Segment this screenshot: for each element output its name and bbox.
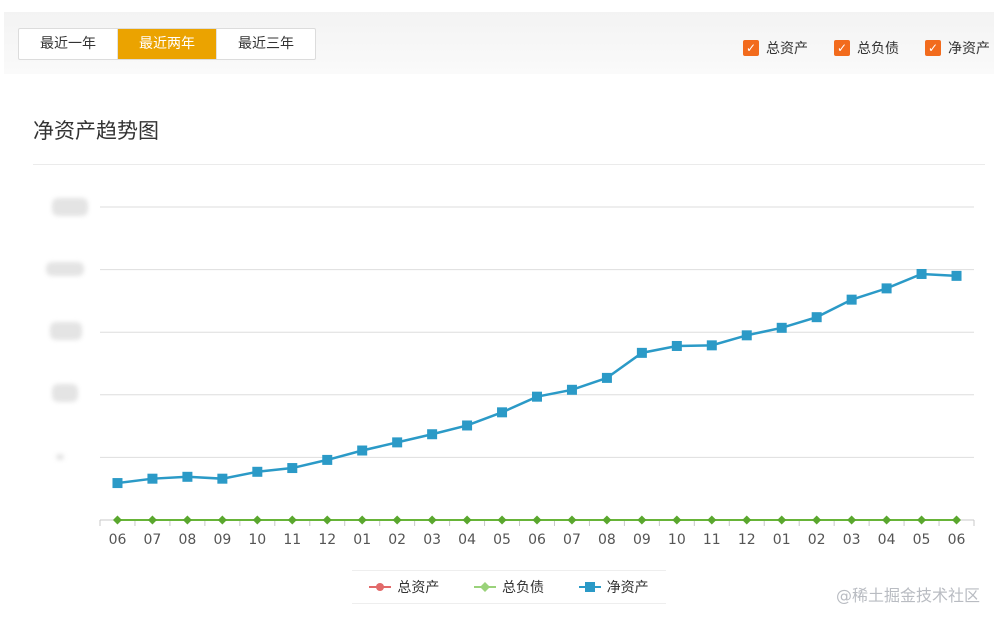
data-point — [672, 515, 682, 525]
x-tick-label: 10 — [248, 532, 266, 548]
data-point — [252, 515, 262, 525]
x-tick-label: 06 — [528, 532, 546, 548]
data-point — [147, 473, 158, 484]
data-point — [427, 429, 438, 440]
data-point — [532, 515, 542, 525]
x-tick-label: 12 — [738, 532, 756, 548]
x-tick-label: 02 — [388, 532, 406, 548]
watermark: @稀土掘金技术社区 — [835, 586, 980, 605]
data-point — [427, 515, 437, 525]
data-point — [601, 372, 612, 383]
legend-label: 总负债 — [501, 580, 544, 596]
data-point — [147, 515, 157, 525]
data-point — [776, 322, 787, 333]
legend-square-icon — [578, 582, 601, 592]
data-point — [707, 515, 717, 525]
data-point — [392, 515, 402, 525]
data-point — [392, 437, 403, 448]
data-point — [566, 384, 577, 395]
x-tick-label: 01 — [773, 532, 791, 548]
data-point — [567, 515, 577, 525]
x-tick-label: 04 — [458, 532, 476, 548]
x-tick-label: 08 — [598, 532, 616, 548]
data-point — [671, 340, 682, 351]
legend-item-net-assets[interactable]: 净资产 — [578, 577, 649, 597]
data-point — [917, 515, 927, 525]
x-tick-label: 07 — [144, 532, 162, 548]
x-tick-label: 06 — [109, 532, 127, 548]
legend-diamond-icon — [473, 582, 496, 592]
x-tick-label: 08 — [178, 532, 196, 548]
legend-label: 总资产 — [397, 580, 440, 596]
data-point — [847, 515, 857, 525]
x-tick-label: 10 — [668, 532, 686, 548]
data-point — [602, 515, 612, 525]
data-point — [846, 294, 857, 305]
data-point — [182, 471, 193, 482]
data-point — [112, 478, 123, 489]
x-tick-label: 03 — [423, 532, 441, 548]
x-tick-label: 05 — [913, 532, 931, 548]
chart-legend: 总资产 总负债 净资产 — [352, 570, 666, 604]
x-tick-label: 11 — [283, 532, 301, 548]
data-point — [497, 407, 508, 418]
data-point — [812, 515, 822, 525]
data-point — [322, 454, 333, 465]
data-point — [706, 340, 717, 351]
data-point — [532, 391, 542, 402]
x-tick-label: 11 — [703, 532, 721, 548]
data-point — [462, 515, 472, 525]
legend-label: 净资产 — [606, 580, 649, 596]
data-point — [741, 330, 752, 341]
data-point — [112, 515, 122, 525]
data-point — [217, 473, 228, 484]
x-tick-label: 04 — [878, 532, 896, 548]
x-tick-label: 09 — [213, 532, 231, 548]
legend-circle-icon — [369, 583, 392, 591]
data-point — [882, 515, 892, 525]
x-tick-label: 01 — [353, 532, 371, 548]
data-point — [952, 515, 962, 525]
data-point — [951, 270, 962, 281]
x-tick-label: 05 — [493, 532, 511, 548]
x-tick-label: 09 — [633, 532, 651, 548]
x-tick-label: 06 — [948, 532, 966, 548]
data-point — [287, 515, 297, 525]
x-tick-label: 03 — [843, 532, 861, 548]
data-point — [636, 347, 647, 358]
legend-item-total-liabilities[interactable]: 总负债 — [473, 577, 544, 597]
data-point — [497, 515, 507, 525]
data-point — [916, 268, 927, 279]
data-point — [182, 515, 192, 525]
data-point — [287, 463, 298, 474]
data-point — [811, 312, 822, 323]
data-point — [217, 515, 227, 525]
data-point — [777, 515, 787, 525]
data-point — [322, 515, 332, 525]
x-tick-label: 02 — [808, 532, 826, 548]
series-line-2 — [117, 272, 957, 485]
data-point — [357, 445, 368, 456]
net-assets-chart: 06 07 08 09 10 11 12 01 02 03 04 05 06 07 08 09 10 11 12 01… — [99, 206, 975, 548]
x-tick-label: 12 — [318, 532, 336, 548]
data-point — [637, 515, 647, 525]
data-point — [742, 515, 752, 525]
x-tick-label: 07 — [563, 532, 581, 548]
data-point — [357, 515, 367, 525]
data-point — [881, 283, 892, 294]
data-point — [252, 466, 263, 477]
legend-item-total-assets[interactable]: 总资产 — [369, 577, 439, 597]
data-point — [462, 420, 473, 431]
